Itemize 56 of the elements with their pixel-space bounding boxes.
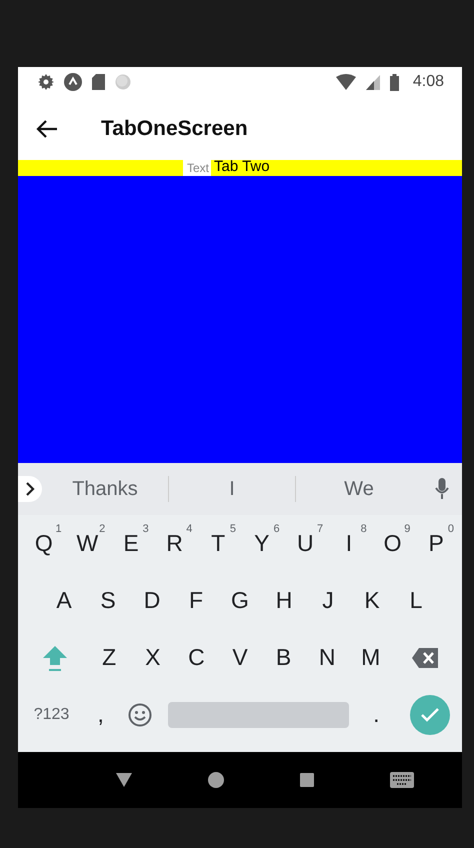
key-hint: 2 (99, 522, 106, 534)
key[interactable]: I 8 (327, 518, 371, 568)
key-hint: 9 (404, 522, 410, 534)
backspace-icon (411, 646, 440, 668)
key[interactable]: , (80, 690, 120, 740)
key-hint: 7 (317, 522, 324, 534)
wifi-icon (336, 74, 356, 90)
key-hint: 8 (360, 522, 367, 534)
key[interactable]: K (350, 576, 394, 626)
app-icon (64, 73, 82, 91)
battery-icon (390, 74, 399, 90)
home-icon[interactable] (208, 772, 224, 788)
gear-icon (38, 74, 54, 90)
suggestion[interactable]: Thanks (42, 478, 168, 500)
sd-card-icon (92, 74, 105, 90)
tab-label[interactable]: Tab Two (214, 158, 270, 175)
key[interactable]: L (394, 576, 438, 626)
key-hint: 0 (448, 522, 454, 534)
key[interactable]: D (130, 576, 174, 626)
key[interactable]: . (356, 690, 396, 740)
clock-time: 4:08 (412, 73, 444, 91)
key[interactable]: J (306, 576, 350, 626)
key[interactable]: F (174, 576, 218, 626)
key-hint: 3 (142, 522, 149, 534)
circle-icon (115, 74, 131, 90)
key[interactable]: M (348, 632, 393, 682)
checkmark-icon (420, 706, 440, 722)
key[interactable]: X (131, 632, 175, 682)
key[interactable]: S (86, 576, 130, 626)
key[interactable]: N (305, 632, 349, 682)
key-hint: 4 (186, 522, 192, 534)
expand-button[interactable] (18, 476, 42, 502)
microphone-icon[interactable] (435, 478, 449, 500)
suggestion[interactable]: We (296, 478, 422, 500)
key[interactable]: B (262, 632, 306, 682)
key-hint: 6 (273, 522, 280, 534)
key[interactable]: H (262, 576, 306, 626)
key-hint: 5 (230, 522, 236, 534)
keyboard-icon[interactable] (390, 772, 414, 788)
smiley-icon (128, 702, 152, 726)
key[interactable]: A (42, 576, 86, 626)
chevron-right-icon (25, 482, 35, 496)
suggestion[interactable]: I (169, 478, 295, 500)
key[interactable]: C (174, 632, 218, 682)
shift-icon (42, 644, 68, 672)
key-hint: 1 (55, 522, 62, 534)
signal-icon (366, 74, 380, 90)
back-arrow-icon[interactable] (36, 120, 58, 138)
text-field[interactable]: Text (183, 160, 211, 176)
symbols-key[interactable]: ?123 (22, 690, 81, 740)
key[interactable]: G (218, 576, 262, 626)
key[interactable]: V (218, 632, 262, 682)
screen-title: TabOneScreen (101, 116, 248, 140)
back-icon[interactable] (116, 773, 132, 787)
key[interactable]: Z (87, 632, 131, 682)
key[interactable]: T 5 (196, 518, 240, 568)
